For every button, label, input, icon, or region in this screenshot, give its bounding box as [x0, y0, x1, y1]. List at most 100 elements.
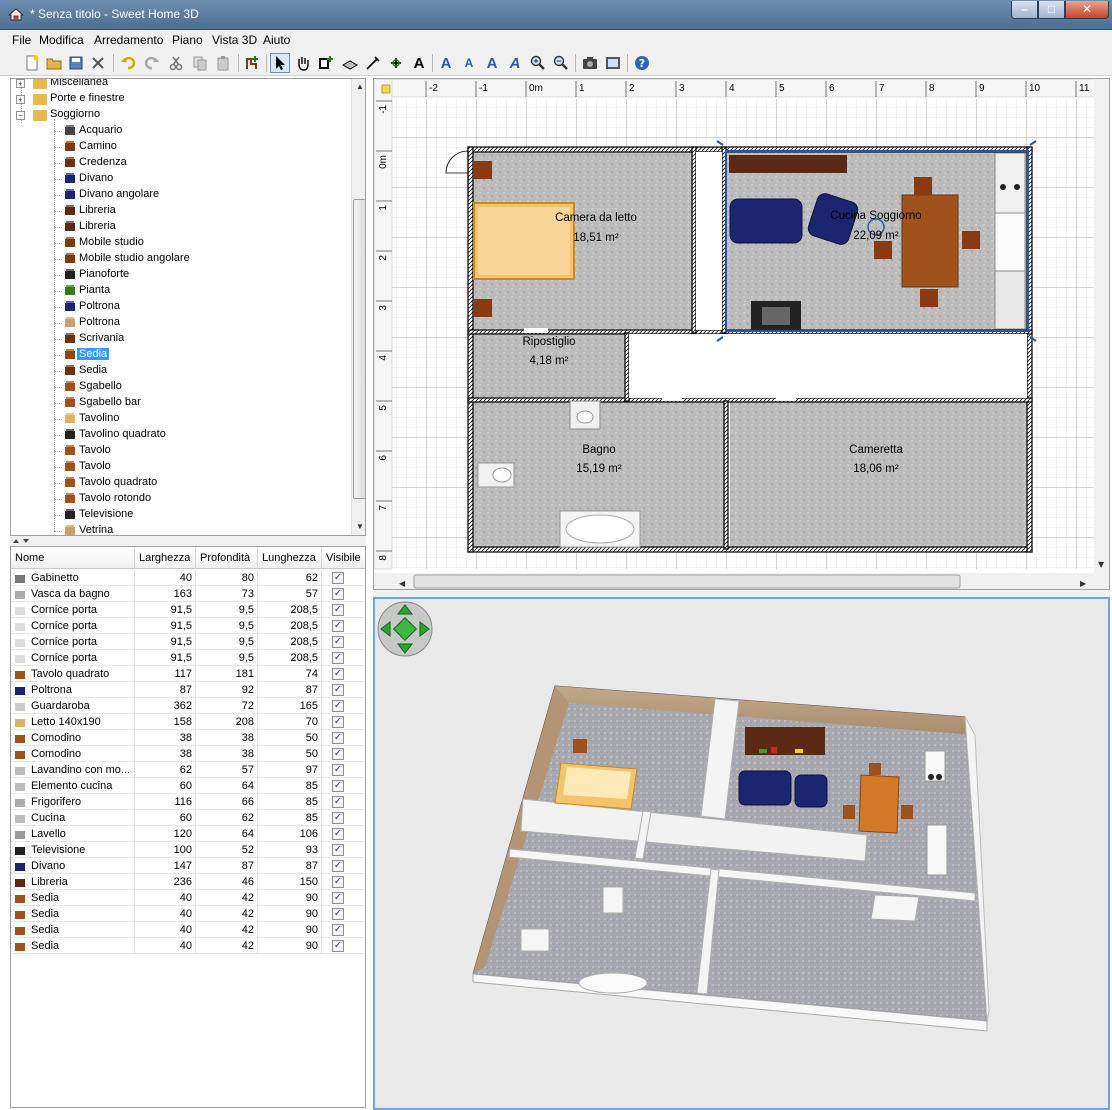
catalog-row[interactable]: Acquario [11, 123, 351, 139]
table-row[interactable]: Letto 140x190 158 208 70 ✓ [11, 714, 365, 730]
catalog-row[interactable]: Tavolo [11, 459, 351, 475]
catalog-row[interactable]: Mobile studio [11, 235, 351, 251]
save-icon[interactable] [66, 53, 86, 73]
table-row[interactable]: Divano 147 87 87 ✓ [11, 858, 365, 874]
visible-checkbox[interactable]: ✓ [332, 764, 344, 776]
nightstand-top[interactable] [474, 161, 492, 179]
table-row[interactable]: Cucina 60 62 85 ✓ [11, 810, 365, 826]
visible-checkbox[interactable]: ✓ [332, 636, 344, 648]
video-icon[interactable] [603, 53, 623, 73]
cut-icon[interactable] [166, 53, 186, 73]
menu-file[interactable]: File [12, 33, 31, 47]
increase-text-icon[interactable]: A [436, 53, 456, 73]
table-row[interactable]: Televisione 100 52 93 ✓ [11, 842, 365, 858]
expand-icon[interactable]: + [16, 79, 25, 88]
undo-icon[interactable] [118, 53, 138, 73]
plan-view[interactable]: -2 -1 0m 1 2 3 4 5 6 7 8 9 10 11 -1 0m 1 2 3 4 5 6 7 8 [373, 78, 1110, 590]
catalog-row[interactable]: − Soggiorno [11, 107, 351, 123]
table-row[interactable]: Lavello 120 64 106 ✓ [11, 826, 365, 842]
menu-vista-3d[interactable]: Vista 3D [212, 33, 257, 47]
table-row[interactable]: Frigorifero 116 66 85 ✓ [11, 794, 365, 810]
redo-icon[interactable] [142, 53, 162, 73]
visible-checkbox[interactable]: ✓ [332, 700, 344, 712]
3d-view[interactable] [373, 597, 1110, 1110]
catalog-row[interactable]: + Porte e finestre [11, 91, 351, 107]
table-row[interactable]: Sedia 40 42 90 ✓ [11, 906, 365, 922]
visible-checkbox[interactable]: ✓ [332, 732, 344, 744]
catalog-scroll-thumb[interactable] [353, 199, 365, 499]
right-splitter[interactable] [373, 590, 1110, 597]
zoom-out-icon[interactable] [551, 53, 571, 73]
open-icon[interactable] [44, 53, 64, 73]
plan-canvas[interactable]: -2 -1 0m 1 2 3 4 5 6 7 8 9 10 11 -1 0m 1 2 3 4 5 6 7 8 [374, 79, 1110, 590]
photo-icon[interactable] [580, 53, 600, 73]
help-icon[interactable]: ? [632, 53, 652, 73]
visible-checkbox[interactable]: ✓ [332, 828, 344, 840]
scroll-left-icon[interactable]: ◀ [399, 579, 406, 588]
visible-checkbox[interactable]: ✓ [332, 796, 344, 808]
catalog-row[interactable]: Tavolo [11, 443, 351, 459]
table-row[interactable]: Vasca da bagno 163 73 57 ✓ [11, 586, 365, 602]
table-row[interactable]: Sedia 40 42 90 ✓ [11, 938, 365, 954]
scroll-up-icon[interactable]: ▲ [352, 79, 365, 95]
catalog-row[interactable]: Pianta [11, 283, 351, 299]
table-row[interactable]: Cornice porta 91,5 9,5 208,5 ✓ [11, 650, 365, 666]
visible-checkbox[interactable]: ✓ [332, 908, 344, 920]
visible-checkbox[interactable]: ✓ [332, 844, 344, 856]
catalog-row[interactable]: Tavolo rotondo [11, 491, 351, 507]
bookcase-item[interactable] [729, 155, 847, 173]
pan-icon[interactable] [293, 53, 313, 73]
catalog-row[interactable]: Divano [11, 171, 351, 187]
column-profondita[interactable]: Profondità [196, 547, 258, 569]
copy-icon[interactable] [190, 53, 210, 73]
catalog-row[interactable]: Vetrina [11, 523, 351, 535]
table-row[interactable]: Lavandino con mo... 62 57 97 ✓ [11, 762, 365, 778]
create-rooms-icon[interactable] [340, 53, 360, 73]
catalog-row[interactable]: Sgabello bar [11, 395, 351, 411]
plan-hscroll-thumb[interactable] [413, 574, 961, 589]
nightstand-bottom[interactable] [474, 299, 492, 317]
zoom-in-icon[interactable] [528, 53, 548, 73]
catalog-row[interactable]: Sedia [11, 347, 351, 363]
bold-text-icon[interactable]: A [482, 53, 502, 73]
catalog-row[interactable]: Divano angolare [11, 187, 351, 203]
table-row[interactable]: Gabinetto 40 80 62 ✓ [11, 570, 365, 586]
table-row[interactable]: Cornice porta 91,5 9,5 208,5 ✓ [11, 618, 365, 634]
visible-checkbox[interactable]: ✓ [332, 876, 344, 888]
room-cameretta-floor[interactable] [730, 401, 1027, 549]
visible-checkbox[interactable]: ✓ [332, 668, 344, 680]
catalog-scrollbar[interactable]: ▲ ▼ [351, 79, 365, 535]
chair-top[interactable] [914, 177, 932, 195]
sofa-item[interactable] [729, 198, 803, 244]
plan-scroll-down-icon[interactable]: ▼ [1098, 560, 1105, 569]
select-icon[interactable] [270, 53, 290, 73]
visible-checkbox[interactable]: ✓ [332, 588, 344, 600]
catalog-row[interactable]: Sgabello [11, 379, 351, 395]
visible-checkbox[interactable]: ✓ [332, 604, 344, 616]
table-row[interactable]: Guardaroba 362 72 165 ✓ [11, 698, 365, 714]
new-icon[interactable] [22, 53, 42, 73]
catalog-row[interactable]: Tavolino [11, 411, 351, 427]
catalog-row[interactable]: Scrivania [11, 331, 351, 347]
stove-item[interactable] [994, 152, 1026, 214]
column-lunghezza[interactable]: Lunghezza [258, 547, 322, 569]
navigation-arrows-icon[interactable] [377, 601, 433, 657]
visible-checkbox[interactable]: ✓ [332, 780, 344, 792]
table-row[interactable]: Elemento cucina 60 64 85 ✓ [11, 778, 365, 794]
expand-icon[interactable]: + [16, 95, 25, 104]
menu-aiuto[interactable]: Aiuto [263, 33, 290, 47]
chair-left[interactable] [874, 241, 892, 259]
table-row[interactable]: Comodino 38 38 50 ✓ [11, 746, 365, 762]
catalog-row[interactable]: Poltrona [11, 299, 351, 315]
collapse-icon[interactable]: − [16, 111, 25, 120]
catalog-row[interactable]: Libreria [11, 219, 351, 235]
catalog-row[interactable]: Camino [11, 139, 351, 155]
catalog-row[interactable]: + Miscellanea [11, 79, 351, 91]
fridge-item[interactable] [994, 270, 1026, 330]
decrease-text-icon[interactable]: A [459, 53, 479, 73]
catalog-row[interactable]: Sedia [11, 363, 351, 379]
table-item[interactable] [901, 194, 959, 288]
table-row[interactable]: Comodino 38 38 50 ✓ [11, 730, 365, 746]
paste-icon[interactable] [213, 53, 233, 73]
catalog-row[interactable]: Pianoforte [11, 267, 351, 283]
